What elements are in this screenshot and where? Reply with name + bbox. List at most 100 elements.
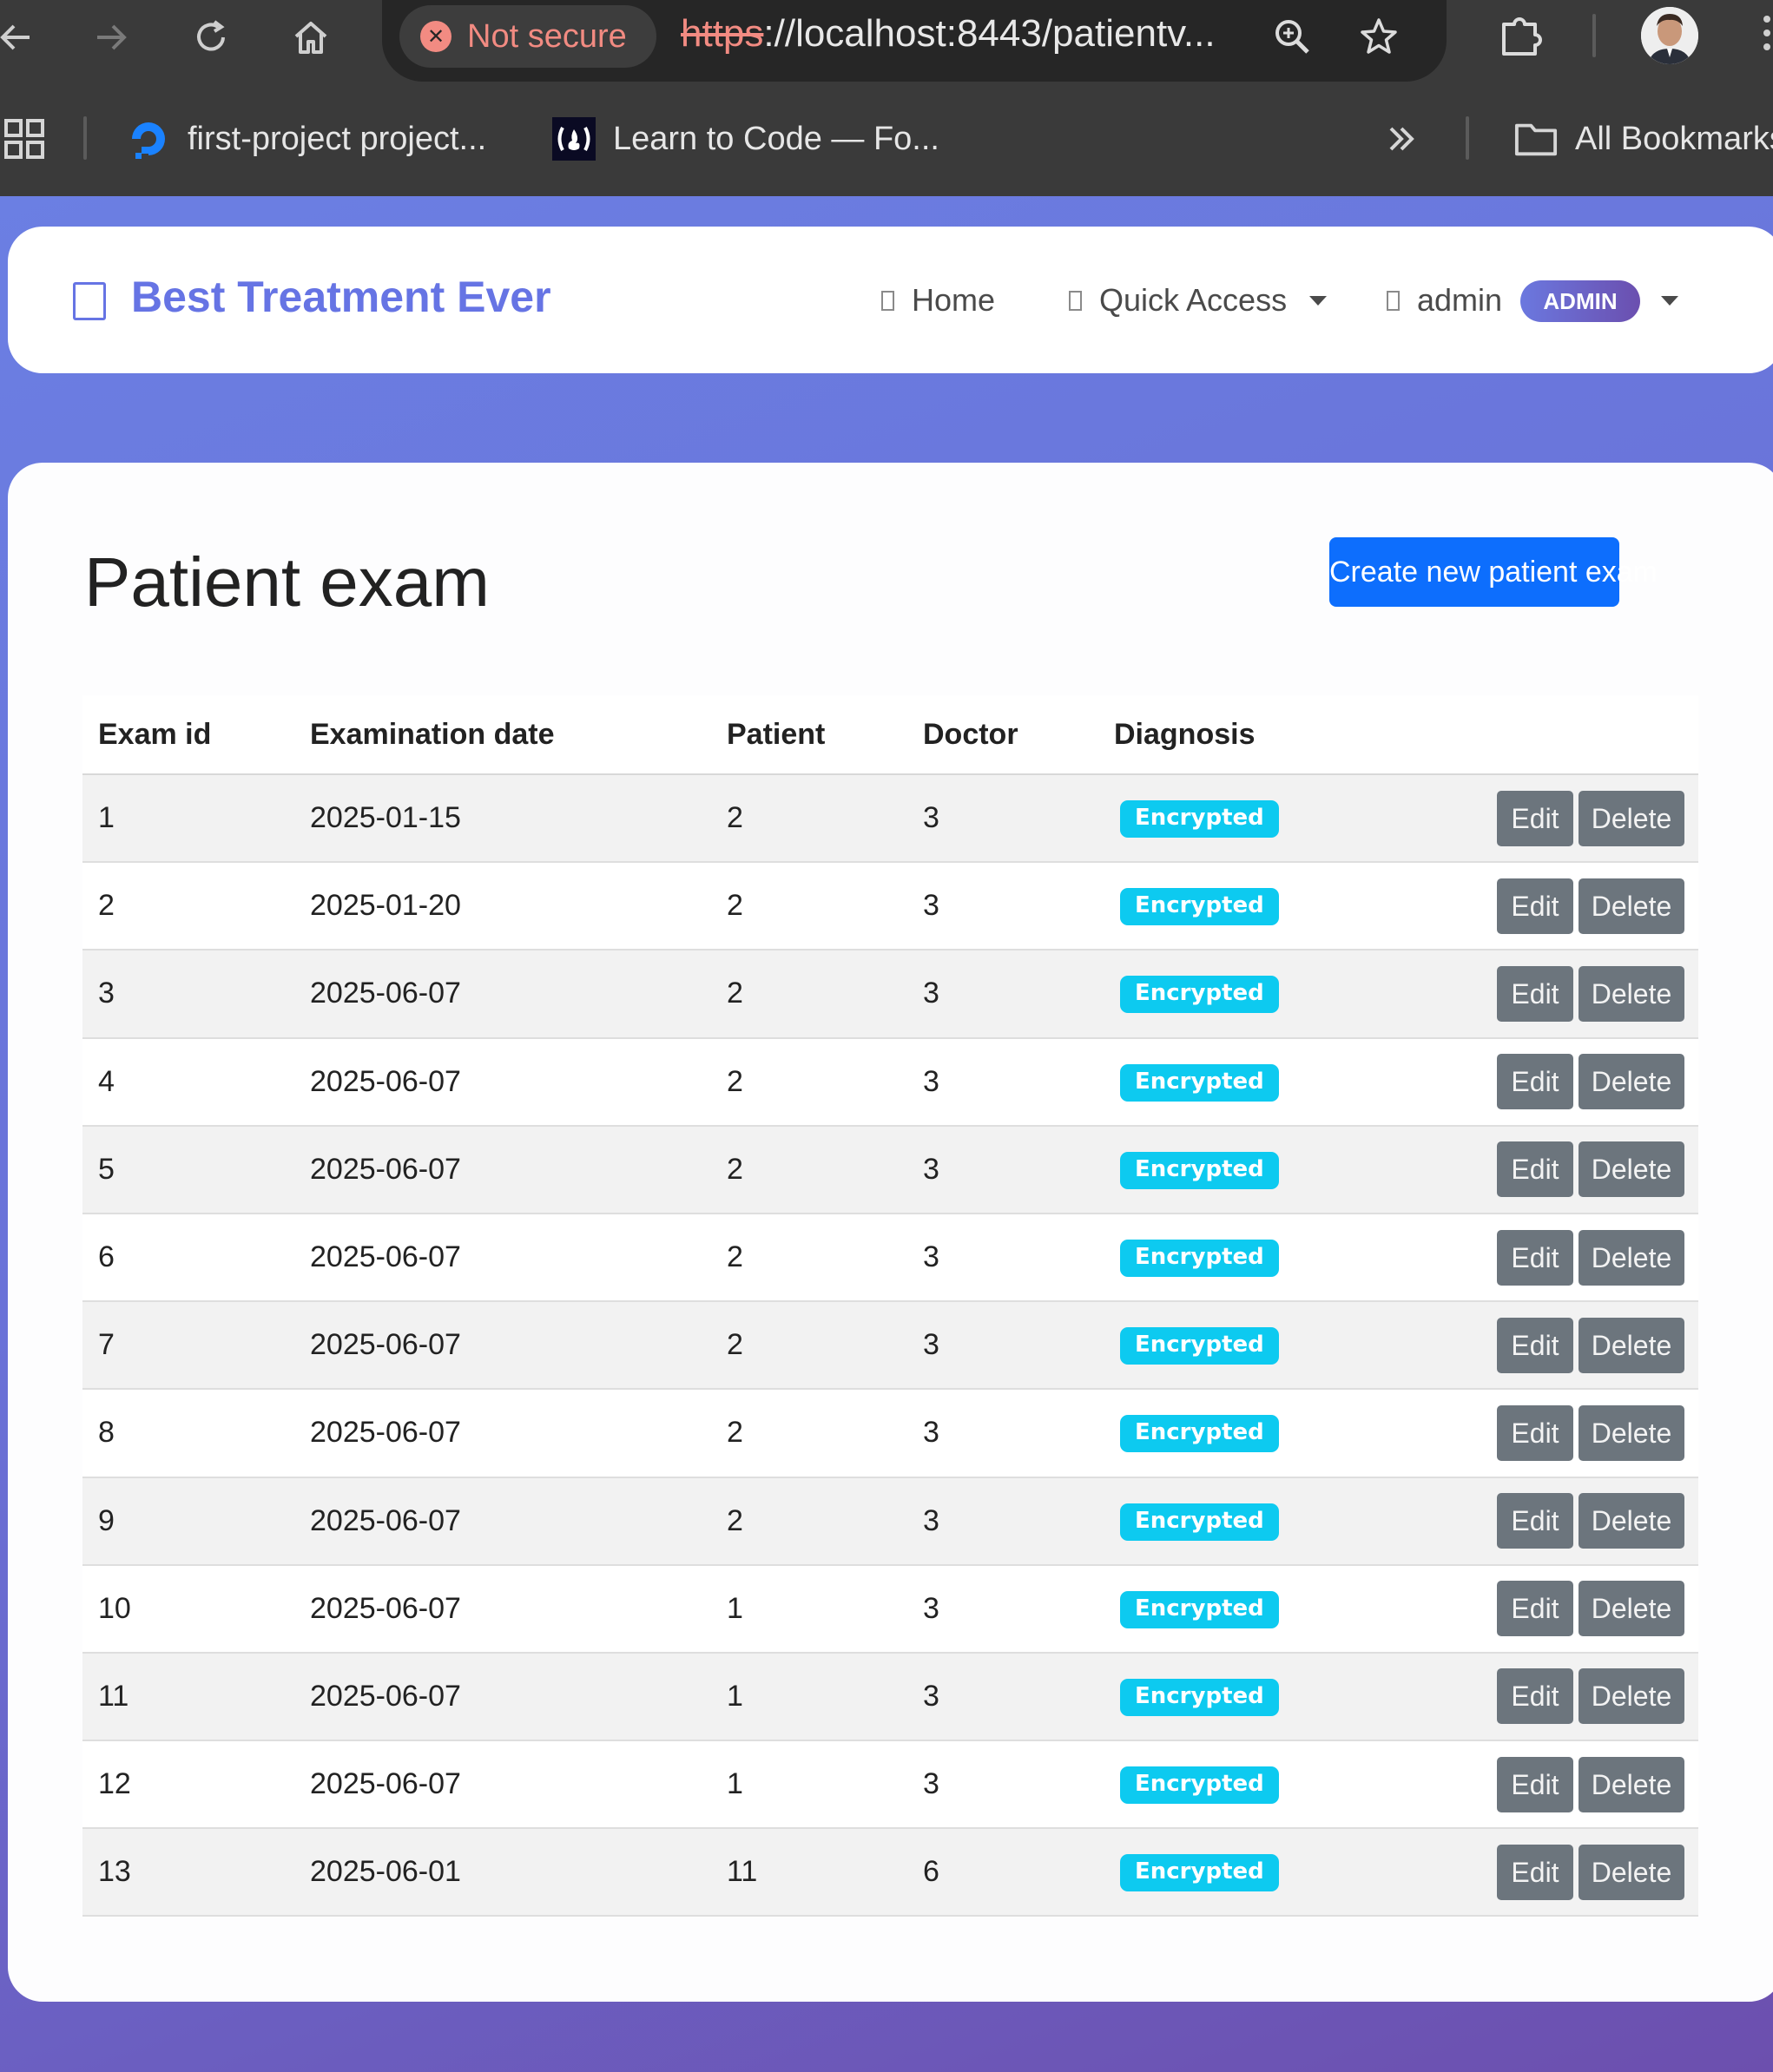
bookmarks-divider	[1466, 116, 1469, 160]
url-text[interactable]: https://localhost:8443/patientv...	[681, 12, 1216, 56]
exam-id-cell: 1	[82, 774, 294, 864]
doctor-cell: 3	[907, 1125, 1098, 1214]
page-title: Patient exam	[84, 543, 490, 621]
delete-button[interactable]: Delete	[1579, 1054, 1684, 1110]
delete-button[interactable]: Delete	[1579, 1141, 1684, 1198]
doctor-cell: 3	[907, 950, 1098, 1039]
actions-cell: Edit Delete	[1359, 1740, 1698, 1830]
delete-button[interactable]: Delete	[1579, 1317, 1684, 1373]
doctor-cell: 3	[907, 774, 1098, 864]
more-bookmarks-chevron-icon[interactable]	[1384, 113, 1419, 165]
delete-button[interactable]: Delete	[1579, 1493, 1684, 1549]
bookmark-label: first-project project...	[188, 120, 487, 157]
nav-home-link[interactable]: Home	[881, 279, 995, 322]
exam-id-cell: 8	[82, 1389, 294, 1478]
delete-button[interactable]: Delete	[1579, 965, 1684, 1022]
encrypted-badge: Encrypted	[1120, 1590, 1279, 1628]
doctor-cell: 3	[907, 1213, 1098, 1303]
address-bar[interactable]: ✕ Not secure https://localhost:8443/pati…	[382, 0, 1447, 82]
bookmark-star-icon[interactable]	[1354, 12, 1403, 61]
edit-button[interactable]: Edit	[1497, 790, 1573, 846]
edit-button[interactable]: Edit	[1497, 1141, 1573, 1198]
all-bookmarks-folder[interactable]: All Bookmarks	[1514, 113, 1773, 165]
home-icon[interactable]	[285, 17, 337, 57]
delete-button[interactable]: Delete	[1579, 1668, 1684, 1725]
exam-id-cell: 2	[82, 862, 294, 951]
edit-button[interactable]: Edit	[1497, 1317, 1573, 1373]
extensions-puzzle-icon[interactable]	[1495, 9, 1547, 61]
brand-link[interactable]: Best Treatment Ever	[131, 272, 551, 322]
edit-button[interactable]: Edit	[1497, 1229, 1573, 1286]
encrypted-badge: Encrypted	[1120, 1240, 1279, 1278]
content-card: Patient exam Create new patient exam Exa…	[8, 463, 1773, 2002]
doctor-cell: 3	[907, 1389, 1098, 1478]
security-chip[interactable]: ✕ Not secure	[399, 5, 656, 68]
actions-cell: Edit Delete	[1359, 950, 1698, 1039]
examination-date-cell: 2025-01-15	[294, 774, 711, 864]
actions-cell: Edit Delete	[1359, 1037, 1698, 1127]
patient-cell: 2	[711, 1213, 907, 1303]
edit-button[interactable]: Edit	[1497, 965, 1573, 1022]
delete-button[interactable]: Delete	[1579, 878, 1684, 934]
actions-cell: Edit Delete	[1359, 774, 1698, 864]
delete-button[interactable]: Delete	[1579, 1229, 1684, 1286]
reload-icon[interactable]	[185, 17, 237, 57]
edit-button[interactable]: Edit	[1497, 1756, 1573, 1812]
nav-quick-access-dropdown[interactable]: Quick Access	[1069, 279, 1328, 322]
column-header-patient[interactable]: Patient	[711, 695, 907, 775]
encrypted-badge: Encrypted	[1120, 1327, 1279, 1365]
diagnosis-cell: Encrypted	[1098, 950, 1359, 1039]
doctor-cell: 3	[907, 862, 1098, 951]
column-header-exam-id[interactable]: Exam id	[82, 695, 294, 775]
back-arrow-icon[interactable]	[0, 17, 42, 57]
patient-cell: 1	[711, 1740, 907, 1830]
bookmarks-bar: first-project project... Learn to Code —…	[0, 106, 1773, 175]
bookmark-first-project[interactable]: first-project project...	[127, 113, 486, 165]
edit-button[interactable]: Edit	[1497, 1054, 1573, 1110]
examination-date-cell: 2025-06-01	[294, 1828, 711, 1917]
examination-date-cell: 2025-06-07	[294, 950, 711, 1039]
encrypted-badge: Encrypted	[1120, 976, 1279, 1014]
examination-date-cell: 2025-06-07	[294, 1477, 711, 1566]
profile-avatar[interactable]	[1641, 7, 1698, 64]
edit-button[interactable]: Edit	[1497, 1844, 1573, 1900]
apps-grid-icon[interactable]	[3, 113, 45, 165]
delete-button[interactable]: Delete	[1579, 1844, 1684, 1900]
exam-id-cell: 11	[82, 1652, 294, 1742]
patient-cell: 2	[711, 1477, 907, 1566]
forward-arrow-icon[interactable]	[85, 17, 137, 57]
edit-button[interactable]: Edit	[1497, 1581, 1573, 1637]
actions-cell: Edit Delete	[1359, 1564, 1698, 1654]
delete-button[interactable]: Delete	[1579, 1756, 1684, 1812]
exam-id-cell: 13	[82, 1828, 294, 1917]
examination-date-cell: 2025-06-07	[294, 1564, 711, 1654]
doctor-cell: 3	[907, 1477, 1098, 1566]
create-patient-exam-button[interactable]: Create new patient exam	[1329, 537, 1658, 607]
nav-quick-access-label: Quick Access	[1099, 282, 1288, 318]
column-header-doctor[interactable]: Doctor	[907, 695, 1098, 775]
chevron-down-icon	[1661, 295, 1678, 306]
diagnosis-cell: Encrypted	[1098, 774, 1359, 864]
zoom-icon[interactable]	[1268, 12, 1316, 61]
column-header-examination-date[interactable]: Examination date	[294, 695, 711, 775]
nav-user-dropdown[interactable]: admin	[1387, 279, 1502, 322]
doctor-cell: 3	[907, 1740, 1098, 1830]
bookmarks-divider	[83, 116, 87, 160]
delete-button[interactable]: Delete	[1579, 790, 1684, 846]
patient-cell: 2	[711, 1037, 907, 1127]
exam-table-container: Exam id Examination date Patient Doctor …	[82, 695, 1698, 1917]
browser-menu-icon[interactable]	[1761, 16, 1773, 59]
bookmark-learn-to-code[interactable]: Learn to Code — Fo...	[552, 113, 939, 165]
edit-button[interactable]: Edit	[1497, 1668, 1573, 1725]
edit-button[interactable]: Edit	[1497, 878, 1573, 934]
edit-button[interactable]: Edit	[1497, 1404, 1573, 1461]
column-header-diagnosis[interactable]: Diagnosis	[1098, 695, 1359, 775]
delete-button[interactable]: Delete	[1579, 1581, 1684, 1637]
edit-button[interactable]: Edit	[1497, 1493, 1573, 1549]
exam-id-cell: 7	[82, 1301, 294, 1391]
patient-cell: 1	[711, 1564, 907, 1654]
bookmark-label: Learn to Code — Fo...	[613, 120, 939, 157]
user-menu-caret[interactable]	[1661, 279, 1678, 322]
delete-button[interactable]: Delete	[1579, 1404, 1684, 1461]
all-bookmarks-label: All Bookmarks	[1575, 120, 1773, 157]
